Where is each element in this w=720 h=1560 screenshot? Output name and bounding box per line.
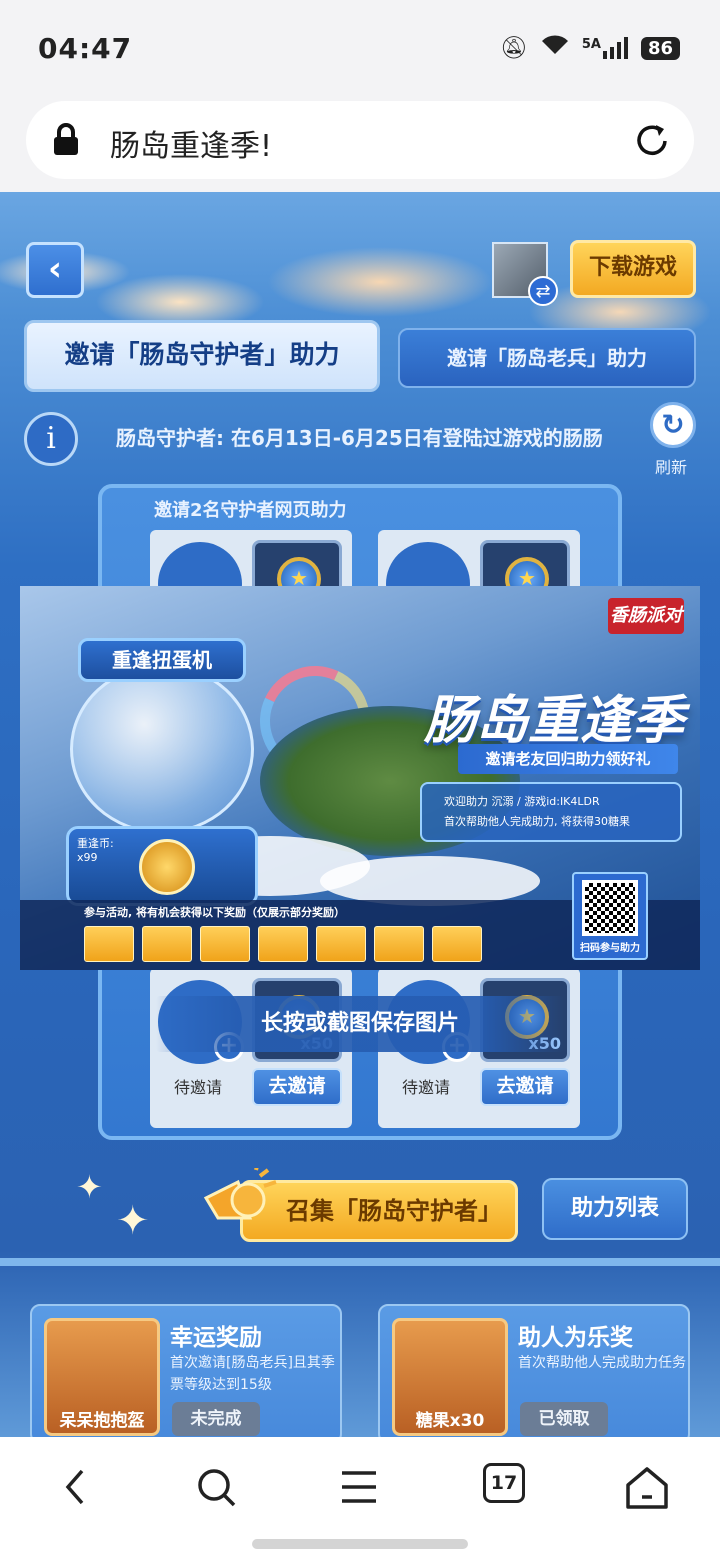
invite-panel-title: 邀请2名守护者网页助力	[154, 500, 347, 521]
cloud-illustration	[320, 856, 540, 906]
wifi-icon	[540, 34, 570, 62]
prize-tile	[200, 926, 250, 962]
qr-code: 扫码参与助力	[572, 872, 648, 960]
reward-card-lucky: 呆呆抱抱盔 幸运奖励 首次邀请[肠岛老兵]且其季票等级达到15级 未完成	[30, 1304, 342, 1437]
reunion-coin-label: 重逢币:	[77, 837, 114, 850]
machine-knob	[139, 839, 195, 895]
mute-icon: 🔕︎	[499, 35, 528, 61]
back-button[interactable]: ‹	[26, 242, 84, 298]
poster-heading: 肠岛重逢季	[424, 691, 685, 751]
back-icon: ‹	[47, 249, 62, 289]
prize-tile	[316, 926, 366, 962]
megaphone-icon	[203, 1168, 277, 1220]
nav-home-icon[interactable]	[612, 1457, 682, 1517]
tabs-count-button[interactable]: 17	[483, 1463, 525, 1503]
slot-status: 待邀请	[402, 1078, 451, 1097]
poster-info-box: 欢迎助力 沉溺 / 游戏id:IK4LDR 首次帮助他人完成助力, 将获得30糖…	[420, 782, 682, 842]
address-bar[interactable]: 肠岛重逢季!	[26, 101, 694, 179]
switch-account-icon[interactable]: ⇄	[528, 276, 558, 306]
assist-list-button[interactable]: 助力列表	[542, 1178, 688, 1240]
download-game-button[interactable]: 下载游戏	[570, 240, 696, 298]
poster-ribbon: 邀请老友回归助力领好礼	[458, 744, 678, 774]
reward-item-name: 糖果x30	[415, 1411, 485, 1431]
browser-nav-bar: 17	[0, 1437, 720, 1560]
sparkle-icon: ✦	[76, 1168, 103, 1206]
tab-invite-veteran[interactable]: 邀请「肠岛老兵」助力	[398, 328, 696, 388]
gather-guardian-button[interactable]: 召集「肠岛守护者」	[240, 1180, 518, 1242]
reward-card-title: 助人为乐奖	[518, 1325, 633, 1351]
lock-icon	[54, 123, 78, 155]
sparkle-icon: ✦	[116, 1198, 150, 1244]
guardian-description: 肠岛守护者: 在6月13日-6月25日有登陆过游戏的肠肠	[116, 426, 603, 450]
prize-tile	[374, 926, 424, 962]
share-poster-image[interactable]: 香肠派对 重逢扭蛋机 重逢币: x99 肠岛重逢季 邀请老友回归助力领好礼 欢迎…	[20, 586, 700, 970]
prize-tile	[432, 926, 482, 962]
capsule-machine-label: 重逢扭蛋机	[78, 638, 246, 682]
tab-invite-guardian[interactable]: 邀请「肠岛守护者」助力	[24, 320, 380, 392]
status-bar: 04:47 🔕︎ 5A 86	[0, 0, 720, 95]
section-divider	[0, 1258, 720, 1266]
reward-status-badge: 已领取	[520, 1402, 608, 1436]
reward-card-title: 幸运奖励	[170, 1325, 262, 1351]
prize-tile	[142, 926, 192, 962]
battery-indicator: 86	[640, 36, 680, 60]
network-type: 5A	[581, 37, 601, 52]
nav-back-icon[interactable]	[40, 1457, 110, 1517]
reunion-coin-count: x99	[77, 851, 98, 864]
capsule-machine-base: 重逢币: x99	[66, 826, 258, 906]
reward-card-description: 首次帮助他人完成助力任务	[518, 1355, 686, 1371]
signal-icon: 5A	[582, 37, 629, 59]
home-indicator[interactable]	[252, 1539, 468, 1549]
info-icon[interactable]: i	[24, 412, 78, 466]
refresh-label[interactable]: 刷新	[655, 454, 687, 478]
welcome-line: 欢迎助力 沉溺 / 游戏id:IK4LDR	[444, 795, 600, 808]
reunion-coin-counter: 重逢币: x99	[77, 837, 114, 865]
reward-item-image: 糖果x30	[392, 1318, 508, 1436]
game-logo: 香肠派对	[608, 598, 684, 634]
prize-tile	[258, 926, 308, 962]
status-time: 04:47	[38, 32, 133, 65]
reward-item-image: 呆呆抱抱盔	[44, 1318, 160, 1436]
slot-status: 待邀请	[174, 1078, 223, 1097]
capsule-machine-globe	[70, 664, 254, 834]
browser-toolbar: 肠岛重逢季!	[0, 95, 720, 192]
save-image-hint: 长按或截图保存图片	[156, 996, 564, 1052]
capsule-machine: 重逢扭蛋机 重逢币: x99	[58, 626, 268, 906]
page-title: 肠岛重逢季!	[110, 129, 273, 164]
reward-item-name: 呆呆抱抱盔	[59, 1411, 145, 1431]
invite-button[interactable]: 去邀请	[252, 1068, 342, 1106]
status-icons: 🔕︎ 5A 86	[500, 34, 680, 62]
reload-icon[interactable]	[632, 121, 672, 161]
invite-button[interactable]: 去邀请	[480, 1068, 570, 1106]
qr-caption: 扫码参与助力	[580, 943, 640, 954]
rewards-caption: 参与活动, 将有机会获得以下奖励（仅展示部分奖励）	[84, 906, 346, 919]
refresh-icon[interactable]: ↻	[650, 402, 696, 448]
reward-status-badge: 未完成	[172, 1402, 260, 1436]
reward-card-helper: 糖果x30 助人为乐奖 首次帮助他人完成助力任务 已领取	[378, 1304, 690, 1437]
reward-card-description: 首次邀请[肠岛老兵]且其季票等级达到15级	[170, 1355, 335, 1393]
nav-menu-icon[interactable]	[324, 1457, 394, 1517]
prize-tile	[84, 926, 134, 962]
qr-code-image	[582, 880, 638, 936]
nav-search-icon[interactable]	[182, 1457, 252, 1517]
reward-line: 首次帮助他人完成助力, 将获得30糖果	[444, 815, 630, 828]
